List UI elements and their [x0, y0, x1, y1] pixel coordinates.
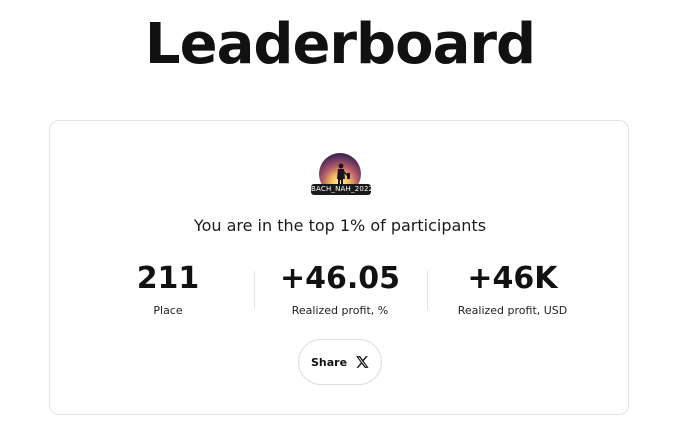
stat-place: 211 Place	[98, 259, 238, 323]
share-button-label: Share	[310, 355, 348, 369]
user-avatar-group: BACH_NAH_2022	[311, 153, 374, 197]
x-logo-icon	[356, 356, 369, 368]
username-badge: BACH_NAH_2022	[311, 184, 374, 195]
stat-value: 211	[136, 261, 200, 296]
stat-label: Place	[153, 304, 183, 317]
stat-divider	[427, 271, 428, 309]
leaderboard-page: Leaderboard BACH_NAH_2022 You are in the…	[0, 0, 690, 443]
stat-divider	[254, 271, 255, 309]
stat-value: +46K	[467, 261, 558, 296]
stat-label: Realized profit, %	[291, 304, 389, 317]
stat-profit-usd: +46K Realized profit, USD	[440, 259, 585, 323]
stat-value: +46.05	[279, 261, 401, 296]
result-card: BACH_NAH_2022 You are in the top 1% of p…	[49, 120, 629, 415]
rank-summary-text: You are in the top 1% of participants	[193, 216, 487, 235]
stat-label: Realized profit, USD	[457, 304, 568, 317]
stat-profit-percent: +46.05 Realized profit, %	[265, 259, 415, 323]
share-button[interactable]: Share	[298, 339, 382, 385]
page-title: Leaderboard	[144, 12, 536, 77]
